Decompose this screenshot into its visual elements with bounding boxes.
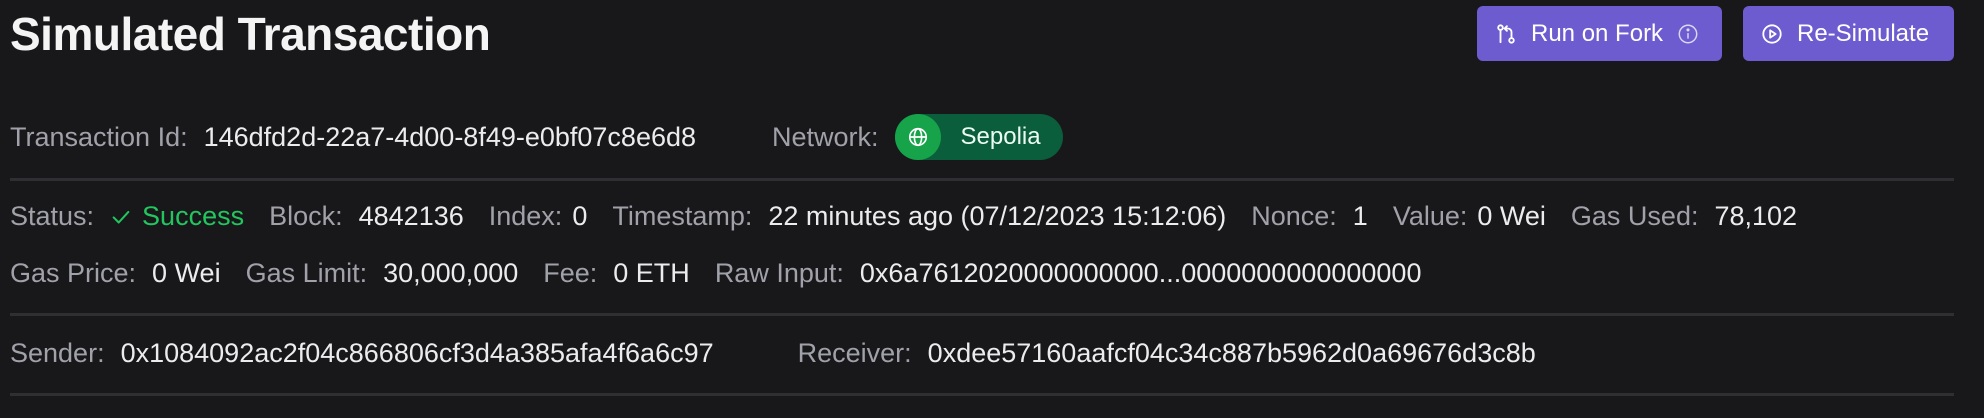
gas-limit-value: 30,000,000 — [383, 258, 519, 288]
network-badge: Sepolia — [894, 114, 1063, 160]
status-label: Status: — [10, 201, 95, 231]
network-name: Sepolia — [960, 123, 1041, 150]
gas-limit-label: Gas Limit: — [245, 258, 368, 288]
nonce-value: 1 — [1352, 201, 1368, 231]
divider — [10, 393, 1954, 396]
fee-value: 0 ETH — [613, 258, 690, 288]
nonce-label: Nonce: — [1251, 201, 1337, 231]
fee-label: Fee: — [543, 258, 598, 288]
resimulate-button[interactable]: Re-Simulate — [1743, 6, 1954, 61]
value-value: 0 Wei — [1477, 201, 1546, 231]
git-fork-icon — [1497, 23, 1515, 44]
check-icon — [112, 210, 130, 224]
block-label: Block: — [269, 201, 343, 231]
sender-label: Sender: — [10, 338, 105, 368]
divider — [10, 178, 1954, 181]
transaction-info-row: Transaction Id: 146dfd2d-22a7-4d00-8f49-… — [10, 114, 1063, 160]
value-label: Value: — [1392, 201, 1468, 231]
sender-address[interactable]: 0x1084092ac2f04c866806cf3d4a385afa4f6a6c… — [121, 338, 714, 369]
transaction-id-value[interactable]: 146dfd2d-22a7-4d00-8f49-e0bf07c8e6d8 — [204, 122, 696, 153]
run-on-fork-button[interactable]: Run on Fork — [1477, 6, 1722, 61]
block-value[interactable]: 4842136 — [359, 201, 464, 232]
status-row: Status: Success Block: 4842136 Index: 0 … — [10, 201, 1797, 232]
timestamp-label: Timestamp: — [612, 201, 753, 231]
gas-used-label: Gas Used: — [1570, 201, 1699, 231]
index-value: 0 — [572, 201, 588, 231]
page-title: Simulated Transaction — [10, 8, 491, 60]
status-badge: Success — [110, 201, 244, 232]
play-circle-icon — [1762, 23, 1782, 44]
transaction-id-label: Transaction Id: — [10, 121, 188, 152]
parties-row: Sender: 0x1084092ac2f04c866806cf3d4a385a… — [10, 338, 1536, 369]
raw-input-value[interactable]: 0x6a7612020000000000...0000000000000000 — [860, 258, 1422, 289]
status-value: Success — [142, 201, 245, 231]
network-label: Network: — [772, 121, 879, 152]
gas-row: Gas Price: 0 Wei Gas Limit: 30,000,000 F… — [10, 258, 1421, 289]
raw-input-label: Raw Input: — [714, 258, 844, 288]
info-icon[interactable] — [1677, 23, 1699, 45]
timestamp-value: 22 minutes ago (07/12/2023 15:12:06) — [768, 201, 1227, 231]
gas-price-value: 0 Wei — [152, 258, 221, 288]
globe-icon — [894, 114, 941, 160]
receiver-address[interactable]: 0xdee57160aafcf04c34c887b5962d0a69676d3c… — [928, 338, 1536, 369]
gas-used-value: 78,102 — [1714, 201, 1798, 231]
receiver-label: Receiver: — [797, 338, 912, 368]
gas-price-label: Gas Price: — [10, 258, 137, 288]
index-label: Index: — [488, 201, 563, 231]
resimulate-label: Re-Simulate — [1797, 19, 1930, 47]
run-on-fork-label: Run on Fork — [1531, 19, 1664, 47]
divider — [10, 313, 1954, 316]
